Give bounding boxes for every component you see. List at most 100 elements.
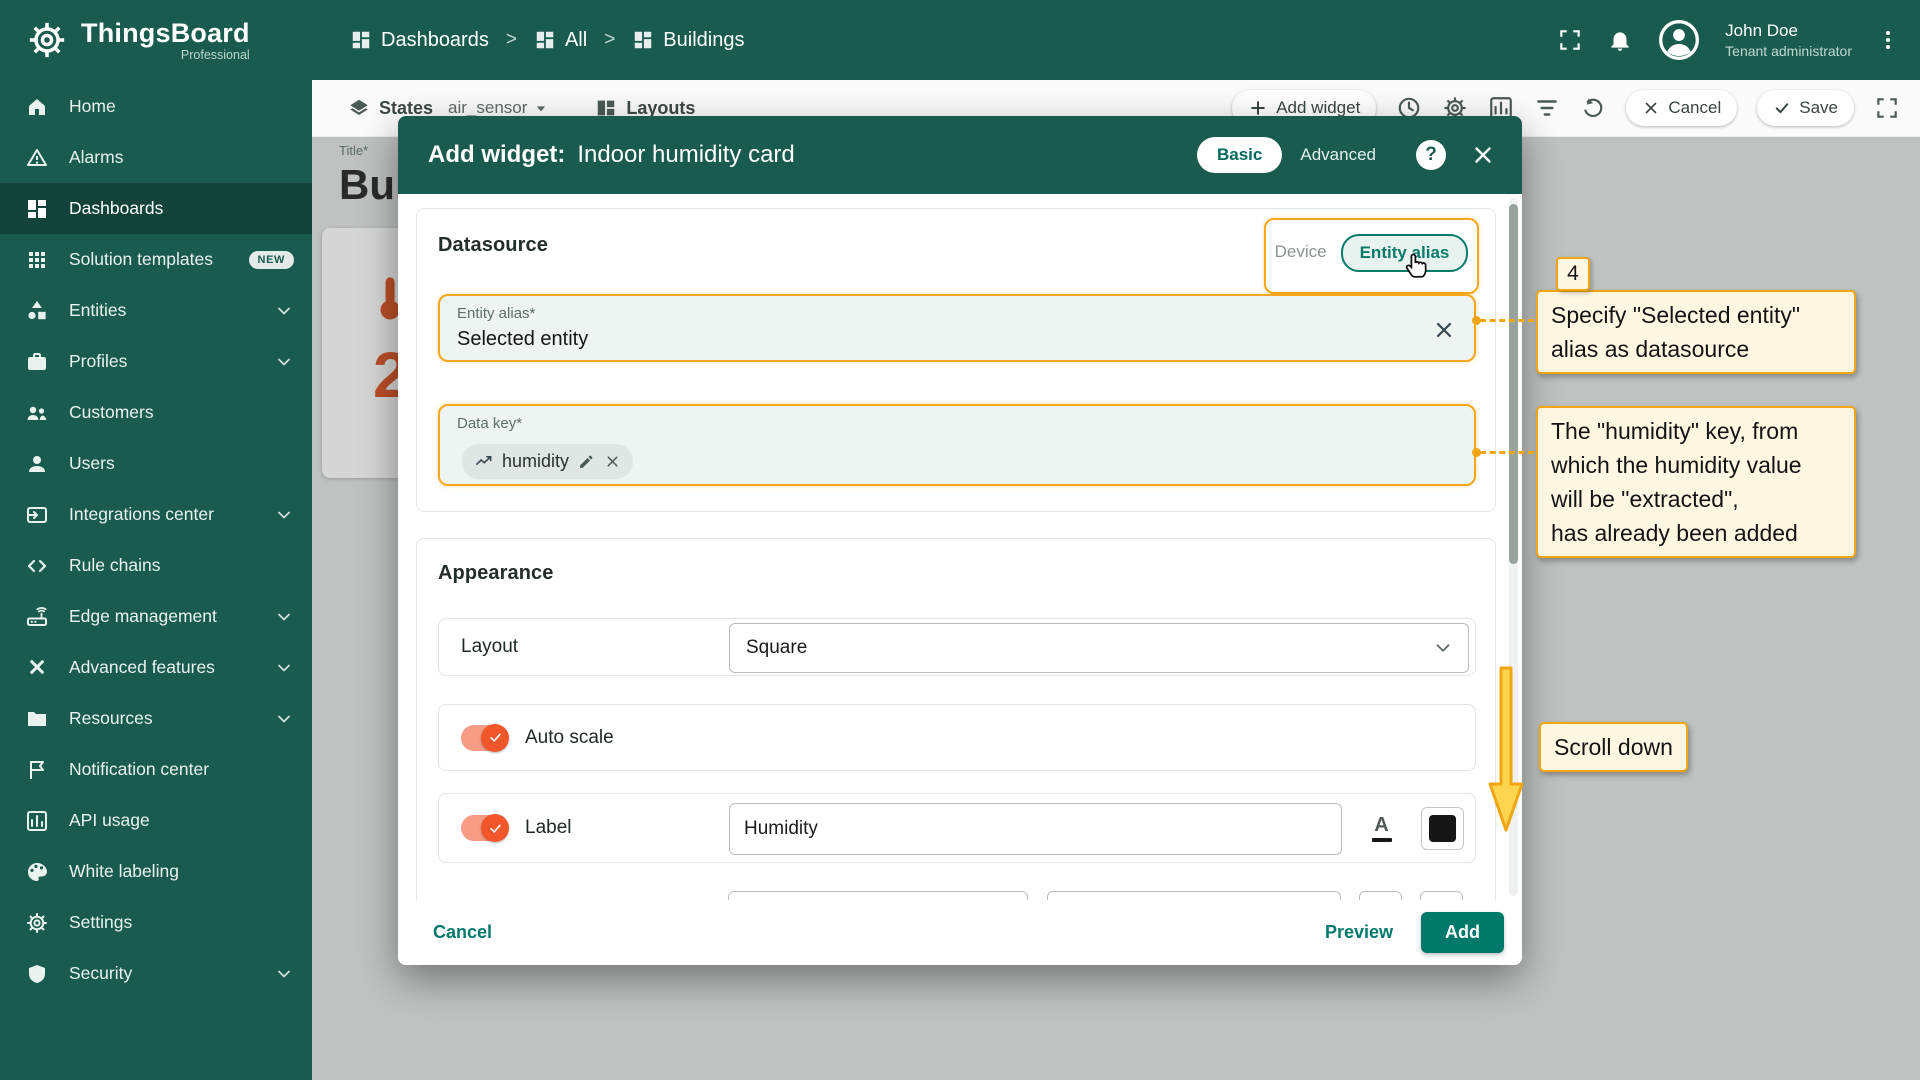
api-usage-icon	[25, 809, 49, 833]
sidebar-item-home[interactable]: Home	[0, 81, 312, 132]
tab-advanced[interactable]: Advanced	[1288, 137, 1388, 173]
rule-chains-icon	[25, 554, 49, 578]
font-letter-icon: A	[1374, 814, 1389, 836]
apps-icon	[25, 248, 49, 272]
top-header: Dashboards > All > Buildings John Doe Te…	[312, 0, 1920, 80]
breadcrumb-buildings[interactable]: Buildings	[663, 29, 744, 52]
sidebar-item-settings[interactable]: Settings	[0, 897, 312, 948]
auto-scale-row: Auto scale	[438, 704, 1476, 771]
check-icon	[1773, 99, 1791, 117]
layout-select[interactable]: Square	[729, 623, 1469, 673]
chevron-down-icon	[274, 658, 294, 678]
white-labeling-icon	[25, 860, 49, 884]
sidebar-item-customers[interactable]: Customers	[0, 387, 312, 438]
save-dashboard-button[interactable]: Save	[1757, 90, 1854, 126]
layout-row: Layout Square	[438, 618, 1476, 676]
chevron-down-icon	[274, 607, 294, 627]
logo-gear-icon	[26, 19, 68, 61]
callout-scroll-down: Scroll down	[1539, 722, 1688, 772]
connector-dot	[1472, 316, 1481, 325]
dashboards-icon	[25, 197, 49, 221]
data-key-label: Data key*	[457, 415, 523, 432]
clear-icon[interactable]	[1432, 318, 1456, 342]
sidebar-item-users[interactable]: Users	[0, 438, 312, 489]
label-toggle[interactable]	[461, 814, 509, 842]
chevron-down-icon	[274, 505, 294, 525]
sidebar-item-integrations-center[interactable]: Integrations center	[0, 489, 312, 540]
caret-down-icon	[531, 98, 551, 118]
connector-line	[1480, 451, 1534, 454]
label-input-wrap	[729, 803, 1342, 855]
preview-button[interactable]: Preview	[1311, 914, 1407, 951]
auto-scale-toggle[interactable]	[461, 723, 509, 752]
data-key-field[interactable]: Data key* humidity	[438, 404, 1476, 486]
sidebar-item-white-labeling[interactable]: White labeling	[0, 846, 312, 897]
remove-icon[interactable]	[604, 453, 621, 470]
entities-icon	[25, 299, 49, 323]
entity-alias-field[interactable]: Entity alias* Selected entity	[438, 294, 1476, 362]
fullscreen-icon[interactable]	[1557, 27, 1583, 53]
datasource-heading: Datasource	[438, 234, 548, 256]
step-number-badge: 4	[1556, 257, 1590, 291]
sidebar-item-notification-center[interactable]: Notification center	[0, 744, 312, 795]
version-history-icon[interactable]	[1580, 95, 1606, 121]
label-input[interactable]	[744, 818, 1327, 840]
chevron-down-icon	[1432, 637, 1454, 659]
states-value[interactable]: air_sensor	[448, 98, 551, 118]
label-color-picker[interactable]	[1421, 807, 1464, 850]
user-role: Tenant administrator	[1725, 43, 1852, 59]
user-info[interactable]: John Doe Tenant administrator	[1725, 20, 1852, 60]
modal-scrollbar-thumb[interactable]	[1509, 204, 1518, 564]
notifications-bell-icon[interactable]	[1607, 27, 1633, 53]
notification-icon	[25, 758, 49, 782]
dashboard-icon	[632, 29, 654, 51]
sidebar-nav: Home Alarms Dashboards Solution template…	[0, 81, 312, 999]
sidebar-item-edge-management[interactable]: Edge management	[0, 591, 312, 642]
filters-icon[interactable]	[1534, 95, 1560, 121]
integrations-icon	[25, 503, 49, 527]
screen: ThingsBoard Professional Home Alarms Das…	[0, 0, 1920, 1080]
font-settings-button[interactable]: A	[1360, 807, 1403, 850]
cancel-button[interactable]: Cancel	[419, 914, 506, 951]
sidebar-item-advanced-features[interactable]: Advanced features	[0, 642, 312, 693]
breadcrumb-all[interactable]: All	[565, 29, 587, 52]
tab-basic[interactable]: Basic	[1197, 137, 1283, 173]
sidebar-item-solution-templates[interactable]: Solution templates NEW	[0, 234, 312, 285]
breadcrumb-separator: >	[505, 29, 517, 50]
fullscreen-icon[interactable]	[1874, 95, 1900, 121]
next-row-partial	[438, 891, 1476, 900]
connector-line	[1480, 319, 1534, 322]
sidebar-item-alarms[interactable]: Alarms	[0, 132, 312, 183]
kebab-menu-icon[interactable]	[1876, 28, 1900, 52]
close-icon[interactable]	[1470, 142, 1496, 168]
sidebar-item-security[interactable]: Security	[0, 948, 312, 999]
resources-icon	[25, 707, 49, 731]
datasource-type-device[interactable]: Device	[1275, 242, 1327, 262]
app-logo[interactable]: ThingsBoard Professional	[0, 0, 312, 80]
timeseries-icon	[474, 452, 493, 471]
data-key-chip[interactable]: humidity	[462, 444, 634, 479]
scroll-down-arrow	[1487, 666, 1525, 839]
cancel-edit-button[interactable]: Cancel	[1626, 90, 1738, 126]
sidebar-item-resources[interactable]: Resources	[0, 693, 312, 744]
chevron-down-icon	[274, 709, 294, 729]
dashboard-group-icon	[534, 29, 556, 51]
breadcrumb: Dashboards > All > Buildings	[350, 29, 744, 52]
sidebar-item-dashboards[interactable]: Dashboards	[0, 183, 312, 234]
sidebar-item-rule-chains[interactable]: Rule chains	[0, 540, 312, 591]
states-icon	[348, 97, 370, 119]
add-widget-dialog: Add widget: Indoor humidity card Basic Ad…	[398, 116, 1522, 965]
sidebar-item-entities[interactable]: Entities	[0, 285, 312, 336]
breadcrumb-dashboards[interactable]: Dashboards	[381, 29, 489, 52]
dialog-header: Add widget: Indoor humidity card Basic Ad…	[398, 116, 1522, 194]
sidebar-item-api-usage[interactable]: API usage	[0, 795, 312, 846]
sidebar-item-profiles[interactable]: Profiles	[0, 336, 312, 387]
add-button[interactable]: Add	[1421, 912, 1504, 953]
help-icon[interactable]: ?	[1416, 140, 1446, 170]
chevron-down-icon	[274, 301, 294, 321]
customers-icon	[25, 401, 49, 425]
avatar[interactable]	[1657, 18, 1701, 62]
dialog-footer: Cancel Preview Add	[398, 900, 1522, 965]
edit-pencil-icon[interactable]	[578, 453, 595, 470]
label-label: Label	[525, 817, 572, 838]
